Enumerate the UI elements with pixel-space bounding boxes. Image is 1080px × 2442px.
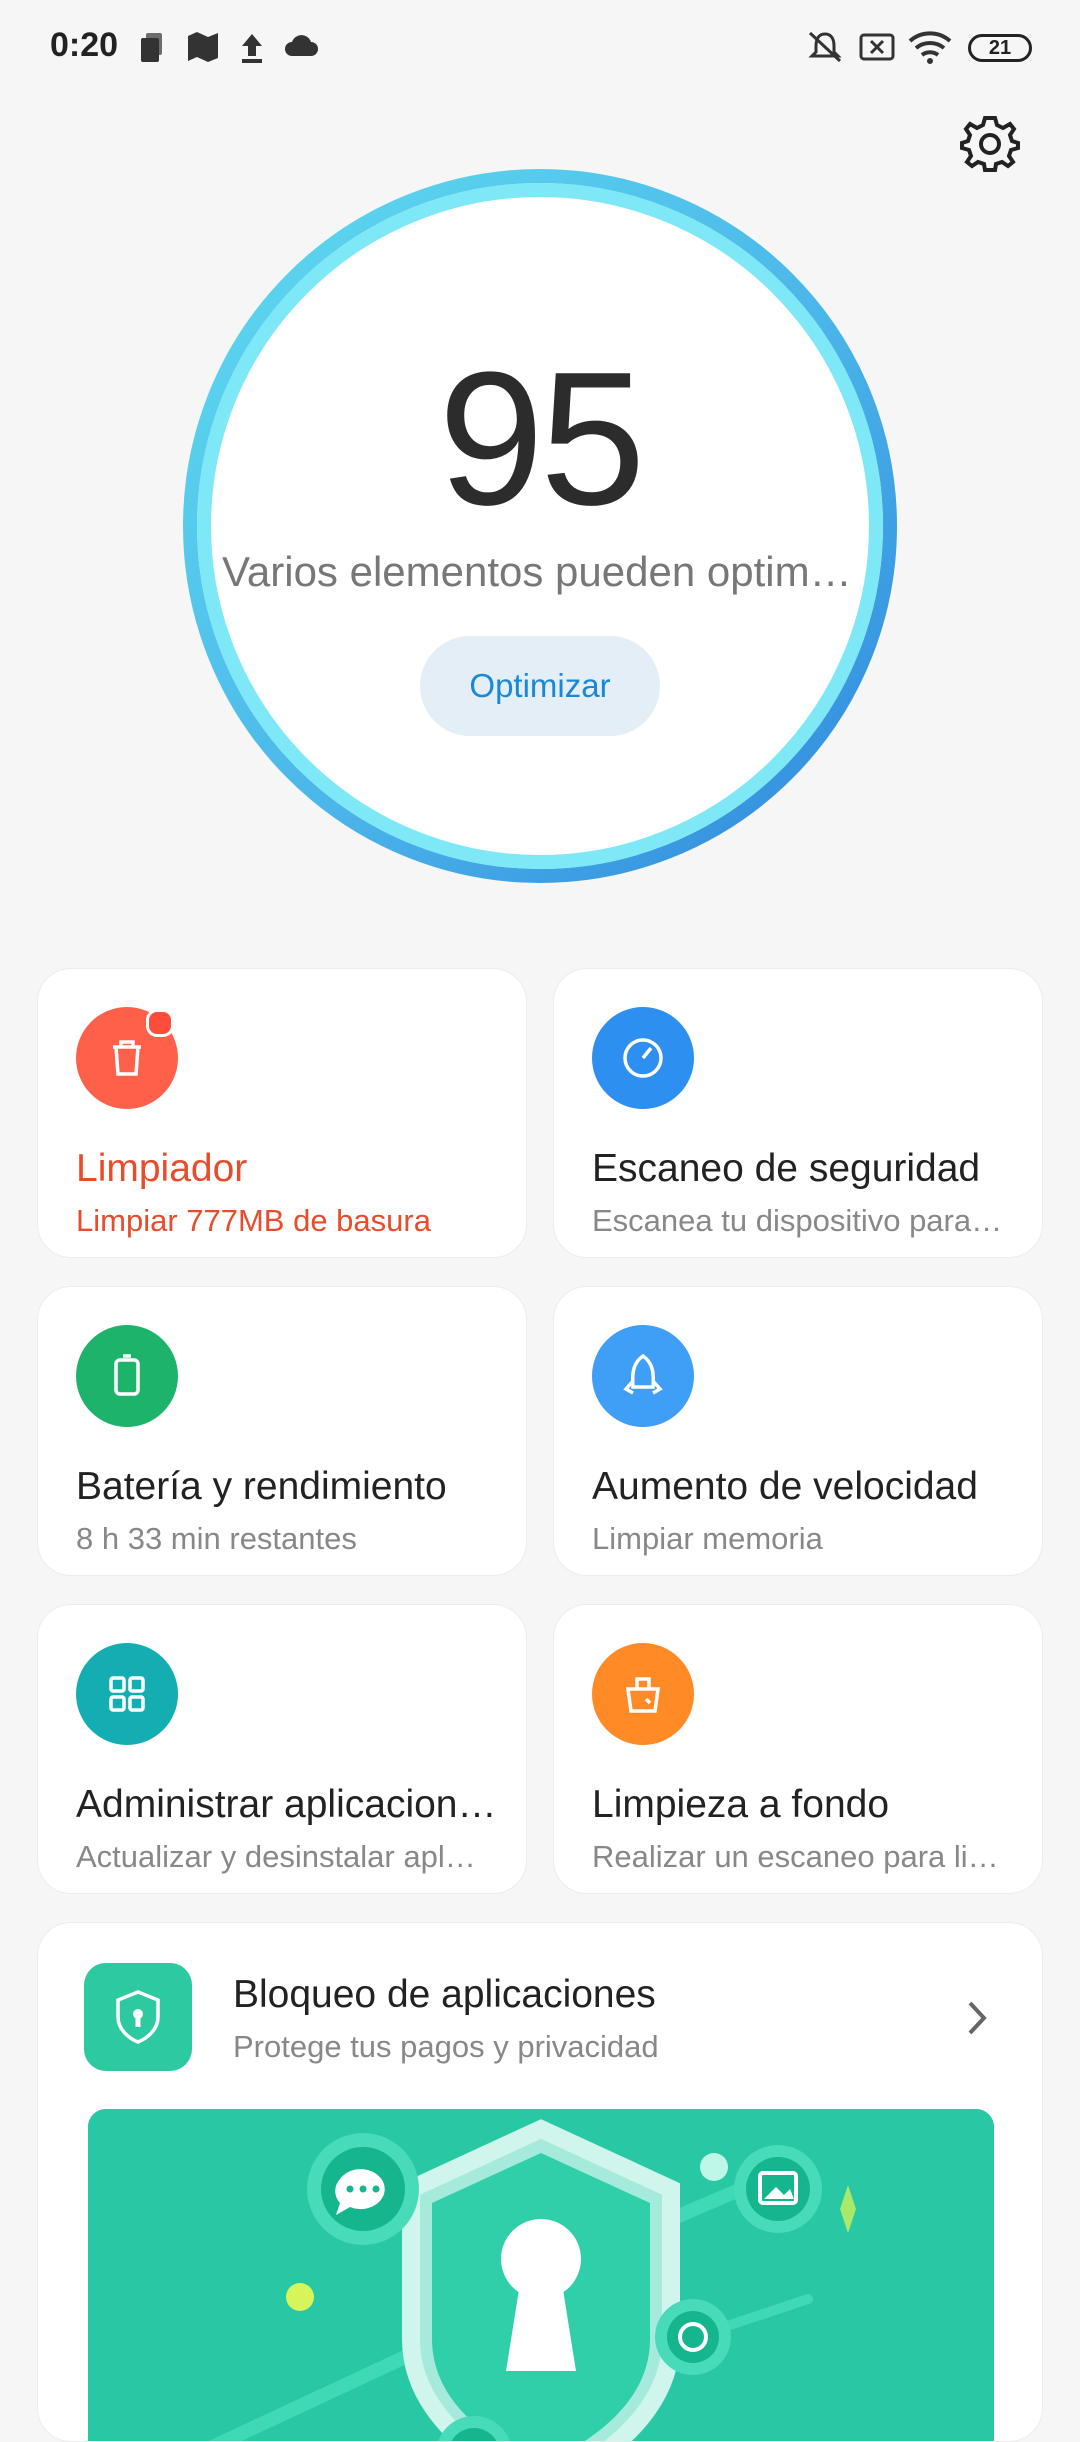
speed-boost-card[interactable]: Aumento de velocidad Limpiar memoria [553,1286,1043,1576]
app-lock-subtitle: Protege tus pagos y privacidad [233,2029,659,2064]
card-title: Escaneo de seguridad [592,1147,981,1190]
card-subtitle: Realizar un escaneo para li… [592,1839,999,1874]
security-scan-icon [592,1007,694,1109]
security-scan-card[interactable]: Escaneo de seguridad Escanea tu disposit… [553,968,1043,1258]
card-subtitle: 8 h 33 min restantes [76,1521,357,1556]
score-value: 95 [438,333,645,545]
battery-performance-card[interactable]: Batería y rendimiento 8 h 33 min restant… [37,1286,527,1576]
mute-bell-icon [808,31,842,63]
manage-apps-card[interactable]: Administrar aplicacion… Actualizar y des… [37,1604,527,1894]
chevron-right-icon [968,2001,987,2035]
card-title: Batería y rendimiento [76,1465,447,1508]
deep-clean-card[interactable]: Limpieza a fondo Realizar un escaneo par… [553,1604,1043,1894]
card-title: Limpieza a fondo [592,1783,890,1826]
card-subtitle: Limpiar 777MB de basura [76,1203,431,1238]
status-bar: 0:20 21 [0,0,1080,96]
card-subtitle: Limpiar memoria [592,1521,823,1556]
card-title: Administrar aplicacion… [76,1783,497,1826]
card-title: Limpiador [76,1147,248,1190]
score-message: Varios elementos pueden optimi… [222,548,858,595]
battery-icon [76,1325,178,1427]
notification-dot [146,1009,174,1037]
no-sim-icon [859,33,895,61]
cloud-icon [285,35,318,56]
cleaner-card[interactable]: Limpiador Limpiar 777MB de basura [37,968,527,1258]
app-lock-card[interactable]: Bloqueo de aplicaciones Protege tus pago… [37,1922,1043,2442]
wifi-icon [908,31,952,64]
card-subtitle: Actualizar y desinstalar apl… [76,1839,476,1874]
deep-clean-icon [592,1643,694,1745]
card-subtitle: Escanea tu dispositivo para… [592,1203,1003,1238]
notification-icon [141,33,162,62]
settings-gear-icon[interactable] [960,112,1020,172]
apps-grid-icon [76,1643,178,1745]
rocket-icon [592,1325,694,1427]
clock: 0:20 [50,26,119,64]
shield-lock-icon [84,1963,192,2071]
app-lock-illustration [88,2109,994,2441]
card-title: Aumento de velocidad [592,1465,978,1508]
map-icon [188,32,218,62]
upload-icon [242,34,262,63]
app-lock-title: Bloqueo de aplicaciones [233,1973,656,2016]
optimize-button[interactable]: Optimizar [420,636,660,736]
battery-indicator: 21 [968,34,1032,62]
